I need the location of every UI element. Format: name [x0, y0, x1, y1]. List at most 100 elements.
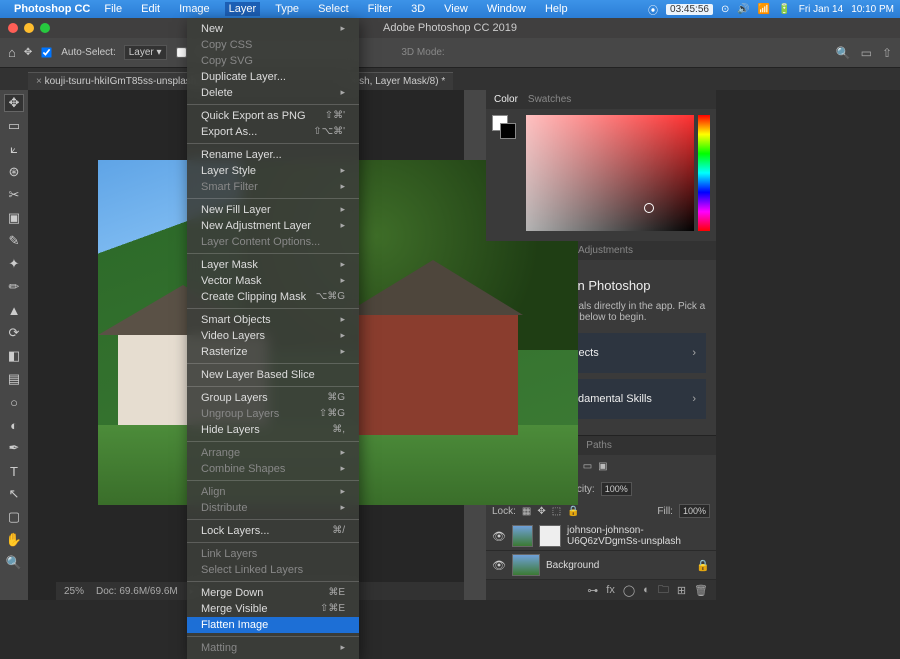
lock-artboard-icon[interactable]: ⬚	[552, 506, 561, 517]
lock-all-icon[interactable]: 🔒	[567, 506, 579, 517]
menubar-item-file[interactable]: File	[100, 2, 126, 16]
tab-paths[interactable]: Paths	[586, 440, 612, 451]
window-minimize-button[interactable]	[24, 23, 34, 33]
workspace-icon[interactable]: ▭	[861, 46, 872, 60]
menu-item-rename-layer-[interactable]: Rename Layer...	[187, 147, 359, 163]
zoom-tool[interactable]: 🔍	[4, 554, 24, 572]
menubar-item-window[interactable]: Window	[483, 2, 530, 16]
menu-item-new-adjustment-layer[interactable]: New Adjustment Layer	[187, 218, 359, 234]
quick-select-tool[interactable]: ⊛	[4, 163, 24, 181]
menubar-item-select[interactable]: Select	[314, 2, 353, 16]
menubar-battery-icon[interactable]: 🔋	[778, 4, 790, 15]
menu-item-vector-mask[interactable]: Vector Mask	[187, 273, 359, 289]
pen-tool[interactable]: ✒	[4, 439, 24, 457]
menu-item-merge-visible[interactable]: Merge Visible⇧⌘E	[187, 601, 359, 617]
opacity-input[interactable]: 100%	[601, 482, 632, 496]
menu-item-new[interactable]: New	[187, 21, 359, 37]
hand-tool[interactable]: ✋	[4, 531, 24, 549]
layer-thumb[interactable]	[512, 525, 534, 547]
menubar-wifi2-icon[interactable]: 📶	[758, 4, 770, 15]
visibility-icon[interactable]: 👁	[492, 559, 506, 572]
eraser-tool[interactable]: ◧	[4, 347, 24, 365]
show-transform-checkbox[interactable]	[176, 47, 186, 57]
healing-tool[interactable]: ✦	[4, 255, 24, 273]
window-close-button[interactable]	[8, 23, 18, 33]
gradient-tool[interactable]: ▤	[4, 370, 24, 388]
menubar-item-help[interactable]: Help	[541, 2, 572, 16]
share-icon[interactable]: ⇧	[882, 46, 892, 60]
menubar-item-type[interactable]: Type	[271, 2, 303, 16]
type-tool[interactable]: T	[4, 462, 24, 480]
blur-tool[interactable]: ○	[4, 393, 24, 411]
new-layer-icon[interactable]: ⊞	[677, 584, 686, 597]
history-brush-tool[interactable]: ⟳	[4, 324, 24, 342]
lock-position-icon[interactable]: ✥	[537, 506, 545, 517]
dodge-tool[interactable]: ◐	[4, 416, 24, 434]
layer-row[interactable]: 👁 Background 🔒	[486, 551, 716, 580]
menu-item-new-layer-based-slice[interactable]: New Layer Based Slice	[187, 367, 359, 383]
tab-adjustments[interactable]: Adjustments	[578, 245, 633, 256]
menu-item-quick-export-as-png[interactable]: Quick Export as PNG⇧⌘'	[187, 108, 359, 124]
stamp-tool[interactable]: ▲	[4, 301, 24, 319]
menu-item-lock-layers-[interactable]: Lock Layers...⌘/	[187, 523, 359, 539]
menubar-volume-icon[interactable]: 🔊	[737, 4, 749, 15]
home-icon[interactable]: ⌂	[8, 45, 16, 60]
hue-strip[interactable]	[698, 115, 710, 231]
delete-layer-icon[interactable]: 🗑	[694, 584, 708, 597]
menubar-wifi-icon[interactable]: ⊙	[721, 4, 729, 15]
brush-tool[interactable]: ✏	[4, 278, 24, 296]
lasso-tool[interactable]: ⟀	[4, 140, 24, 158]
fill-input[interactable]: 100%	[679, 504, 710, 518]
menu-item-group-layers[interactable]: Group Layers⌘G	[187, 390, 359, 406]
menubar-item-filter[interactable]: Filter	[364, 2, 396, 16]
menu-item-delete[interactable]: Delete	[187, 85, 359, 101]
search-icon[interactable]: 🔍	[836, 46, 851, 60]
move-tool[interactable]: ✥	[4, 94, 24, 112]
fg-bg-swatches[interactable]	[492, 115, 516, 139]
filter-smart-icon[interactable]: ▣	[598, 461, 607, 472]
visibility-icon[interactable]: 👁	[492, 530, 506, 543]
menu-item-export-as-[interactable]: Export As...⇧⌥⌘'	[187, 124, 359, 140]
menubar-record-icon[interactable]: ⦿	[648, 2, 658, 17]
menubar-item-image[interactable]: Image	[175, 2, 214, 16]
auto-select-dropdown[interactable]: Layer ▾	[124, 45, 167, 60]
frame-tool[interactable]: ▣	[4, 209, 24, 227]
menubar-item-layer[interactable]: Layer	[225, 2, 261, 16]
menubar-item-view[interactable]: View	[440, 2, 472, 16]
group-icon[interactable]: 🗀	[658, 581, 669, 600]
lock-pixels-icon[interactable]: ▦	[522, 506, 531, 517]
menubar-item-edit[interactable]: Edit	[137, 2, 164, 16]
fx-icon[interactable]: fx	[606, 584, 615, 596]
tab-color[interactable]: Color	[494, 94, 518, 105]
menu-item-create-clipping-mask[interactable]: Create Clipping Mask⌥⌘G	[187, 289, 359, 305]
menubar-time[interactable]: 10:10 PM	[851, 4, 894, 15]
adjustment-icon[interactable]: ◐	[643, 584, 650, 596]
filter-shape-icon[interactable]: ▭	[583, 461, 592, 472]
menu-item-smart-objects[interactable]: Smart Objects	[187, 312, 359, 328]
menu-item-flatten-image[interactable]: Flatten Image	[187, 617, 359, 633]
layer-name[interactable]: johnson-johnson-U6Q6zVDgmSs-unsplash	[567, 525, 710, 547]
auto-select-checkbox[interactable]	[42, 47, 52, 57]
move-tool-icon[interactable]: ✥	[24, 47, 32, 58]
document-tab[interactable]: sh, Layer Mask/8) *	[342, 72, 453, 90]
crop-tool[interactable]: ✂	[4, 186, 24, 204]
tab-swatches[interactable]: Swatches	[528, 94, 571, 105]
zoom-level[interactable]: 25%	[64, 586, 84, 597]
menu-item-layer-style[interactable]: Layer Style	[187, 163, 359, 179]
menubar-item-3d[interactable]: 3D	[407, 2, 429, 16]
path-tool[interactable]: ↖	[4, 485, 24, 503]
layer-thumb[interactable]	[512, 554, 540, 576]
menu-item-merge-down[interactable]: Merge Down⌘E	[187, 585, 359, 601]
marquee-tool[interactable]: ▭	[4, 117, 24, 135]
doc-size[interactable]: Doc: 69.6M/69.6M	[96, 586, 178, 597]
menubar-app[interactable]: Photoshop CC	[14, 3, 90, 15]
link-layers-icon[interactable]: ⊶	[587, 584, 598, 597]
color-gradient[interactable]	[526, 115, 694, 231]
mask-icon[interactable]: ◯	[623, 584, 635, 597]
layer-row[interactable]: 👁 johnson-johnson-U6Q6zVDgmSs-unsplash	[486, 522, 716, 551]
layer-mask-thumb[interactable]	[539, 525, 561, 547]
menu-item-layer-mask[interactable]: Layer Mask	[187, 257, 359, 273]
menu-item-new-fill-layer[interactable]: New Fill Layer	[187, 202, 359, 218]
layer-name[interactable]: Background	[546, 560, 599, 571]
menu-item-video-layers[interactable]: Video Layers	[187, 328, 359, 344]
